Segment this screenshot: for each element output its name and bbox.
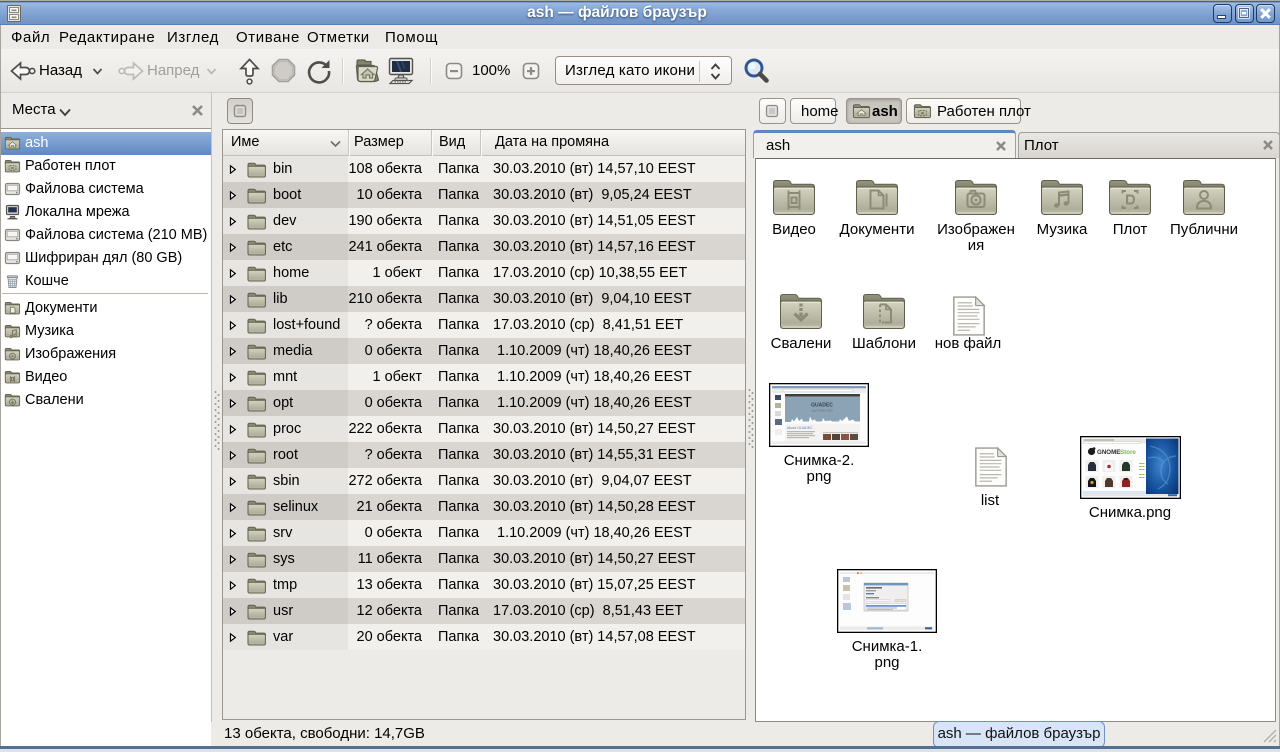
svg-text:Store: Store — [1120, 449, 1136, 456]
svg-text:GUADEC: GUADEC — [811, 403, 833, 409]
svg-text:July 24-30th, 2010: July 24-30th, 2010 — [811, 409, 833, 413]
svg-text:About GUADEC: About GUADEC — [787, 426, 813, 430]
svg-text:GNOME: GNOME — [1097, 449, 1120, 456]
